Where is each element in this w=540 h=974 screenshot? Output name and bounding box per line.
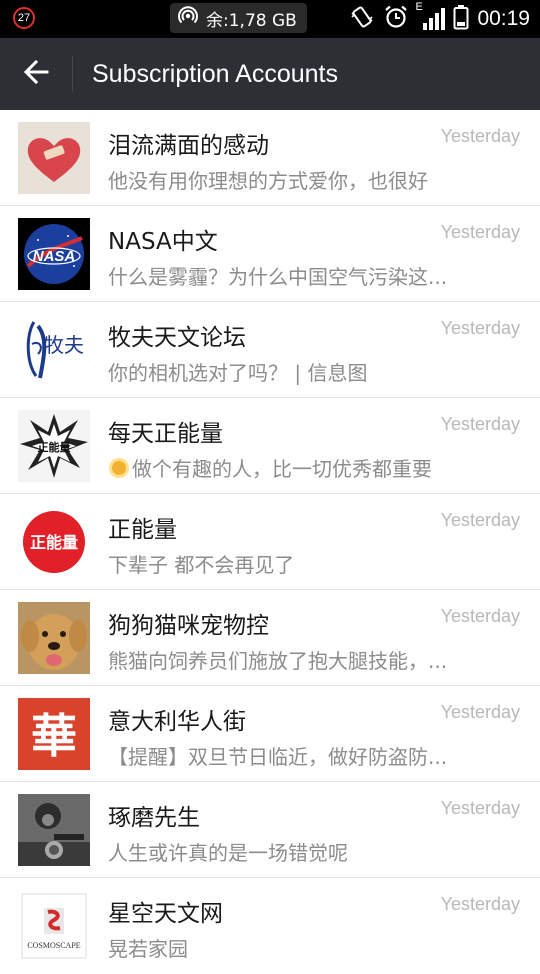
storage-text: 余:1,78 GB xyxy=(206,10,297,31)
hotspot-icon xyxy=(178,5,198,31)
account-name: NASA中文 xyxy=(108,229,218,255)
status-icons: E 00:19 xyxy=(349,0,530,38)
timestamp: Yesterday xyxy=(440,894,520,914)
list-item[interactable]: NASA NASA中文 什么是雾霾？为什么中国空气污染这... Yesterda… xyxy=(0,206,540,302)
timestamp: Yesterday xyxy=(440,510,520,530)
message-preview: 【提醒】双旦节日临近，做好防盗防... xyxy=(108,745,448,769)
avatar-burst-text: 正能量 xyxy=(38,440,71,454)
avatar-cosmoscape: COSMOSCAPE xyxy=(18,890,90,962)
account-name: 狗狗猫咪宠物控 xyxy=(108,613,269,639)
header-divider xyxy=(72,56,73,92)
message-preview: 什么是雾霾？为什么中国空气污染这... xyxy=(108,265,448,289)
message-preview: 他没有用你理想的方式爱你，也很好 xyxy=(108,169,428,193)
message-preview: 熊猫向饲养员们施放了抱大腿技能，... xyxy=(108,649,448,673)
notification-count: 27 xyxy=(17,12,31,24)
timestamp: Yesterday xyxy=(440,606,520,626)
avatar-positive-energy-burst: 正能量 xyxy=(18,410,90,482)
message-preview: 你的相机选对了吗？ | 信息图 xyxy=(108,361,368,385)
sun-icon xyxy=(112,461,126,475)
page-title: Subscription Accounts xyxy=(92,59,338,88)
avatar-mufu-text: 牧夫 xyxy=(44,333,84,357)
list-item[interactable]: 泪流满面的感动 他没有用你理想的方式爱你，也很好 Yesterday xyxy=(0,110,540,206)
clock: 00:19 xyxy=(477,7,530,30)
timestamp: Yesterday xyxy=(440,318,520,338)
timestamp: Yesterday xyxy=(440,702,520,722)
subscription-list: 泪流满面的感动 他没有用你理想的方式爱你，也很好 Yesterday NASA … xyxy=(0,110,540,974)
avatar-mufu: 牧夫 xyxy=(18,314,90,386)
network-type-label: E xyxy=(415,1,423,13)
list-item[interactable]: 琢磨先生 人生或许真的是一场错觉呢 Yesterday xyxy=(0,782,540,878)
avatar-nasa: NASA xyxy=(18,218,90,290)
list-item[interactable]: 正能量 每天正能量 做个有趣的人，比一切优秀都重要 Yesterday xyxy=(0,398,540,494)
list-item[interactable]: 華 意大利华人街 【提醒】双旦节日临近，做好防盗防... Yesterday xyxy=(0,686,540,782)
storage-indicator: 余:1,78 GB xyxy=(170,3,307,33)
notification-badge: 27 xyxy=(13,7,35,29)
avatar-nasa-text: NASA xyxy=(33,248,76,265)
avatar-watchmaker xyxy=(18,794,90,866)
battery-icon xyxy=(453,4,469,34)
arrow-left-icon xyxy=(22,58,50,90)
account-name: 星空天文网 xyxy=(108,901,223,927)
avatar-red-text: 正能量 xyxy=(30,533,78,552)
list-item[interactable]: 正能量 正能量 下辈子 都不会再见了 Yesterday xyxy=(0,494,540,590)
message-preview: 下辈子 都不会再见了 xyxy=(108,553,295,577)
message-preview-text: 做个有趣的人，比一切优秀都重要 xyxy=(132,457,432,481)
account-name: 泪流满面的感动 xyxy=(108,133,269,159)
timestamp: Yesterday xyxy=(440,414,520,434)
account-name: 琢磨先生 xyxy=(108,805,200,831)
account-name: 每天正能量 xyxy=(108,421,223,447)
vibrate-icon xyxy=(349,4,375,34)
list-item[interactable]: 牧夫 牧夫天文论坛 你的相机选对了吗？ | 信息图 Yesterday xyxy=(0,302,540,398)
status-bar: 27 余:1,78 GB E 00:19 xyxy=(0,0,540,38)
message-preview: 人生或许真的是一场错觉呢 xyxy=(108,841,348,865)
signal-icon: E xyxy=(415,1,446,31)
avatar-hua-text: 華 xyxy=(31,709,77,763)
timestamp: Yesterday xyxy=(440,222,520,242)
alarm-icon xyxy=(383,4,409,34)
message-preview: 做个有趣的人，比一切优秀都重要 xyxy=(108,453,468,482)
timestamp: Yesterday xyxy=(440,798,520,818)
account-name: 正能量 xyxy=(108,517,177,543)
avatar-hua: 華 xyxy=(18,698,90,770)
account-name: 意大利华人街 xyxy=(108,709,246,735)
avatar-cosmoscape-text: COSMOSCAPE xyxy=(27,941,80,950)
avatar-dog xyxy=(18,602,90,674)
message-preview: 晃若家园 xyxy=(108,937,188,961)
account-name: 牧夫天文论坛 xyxy=(108,325,246,351)
avatar-heart xyxy=(18,122,90,194)
app-header: Subscription Accounts xyxy=(0,38,540,110)
timestamp: Yesterday xyxy=(440,126,520,146)
back-button[interactable] xyxy=(0,38,72,110)
list-item[interactable]: 狗狗猫咪宠物控 熊猫向饲养员们施放了抱大腿技能，... Yesterday xyxy=(0,590,540,686)
avatar-positive-energy-red: 正能量 xyxy=(18,506,90,578)
